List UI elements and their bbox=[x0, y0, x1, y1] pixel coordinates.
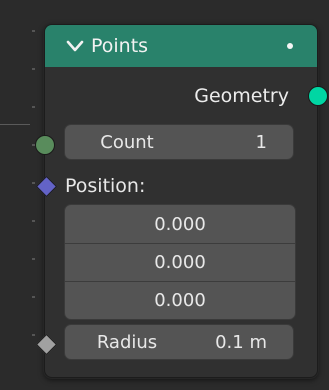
position-input-socket[interactable] bbox=[35, 175, 58, 198]
chevron-down-icon[interactable] bbox=[63, 34, 87, 58]
count-value: 1 bbox=[255, 131, 267, 153]
count-field[interactable]: Count 1 bbox=[64, 124, 294, 160]
node-header[interactable]: Points bbox=[45, 25, 317, 67]
link-line bbox=[0, 124, 30, 125]
header-dot-icon bbox=[287, 43, 293, 49]
position-y-field[interactable]: 0.000 bbox=[65, 243, 295, 281]
radius-value: 0.1 m bbox=[215, 331, 267, 353]
points-node[interactable]: Points Geometry Count 1 Position: 0.000 … bbox=[35, 24, 328, 378]
radius-label: Radius bbox=[96, 331, 158, 353]
node-title: Points bbox=[91, 35, 149, 57]
geometry-output-label: Geometry bbox=[194, 85, 289, 107]
radius-field[interactable]: Radius 0.1 m bbox=[64, 324, 294, 360]
count-label: Count bbox=[100, 131, 154, 153]
position-z-field[interactable]: 0.000 bbox=[65, 281, 295, 319]
geometry-output-socket[interactable] bbox=[308, 86, 328, 106]
radius-input-socket[interactable] bbox=[35, 333, 58, 356]
count-input-socket[interactable] bbox=[35, 135, 55, 155]
position-vector-field[interactable]: 0.000 0.000 0.000 bbox=[64, 204, 296, 320]
position-x-field[interactable]: 0.000 bbox=[65, 205, 295, 243]
position-label: Position: bbox=[65, 175, 146, 197]
grid-dots bbox=[32, 30, 35, 360]
